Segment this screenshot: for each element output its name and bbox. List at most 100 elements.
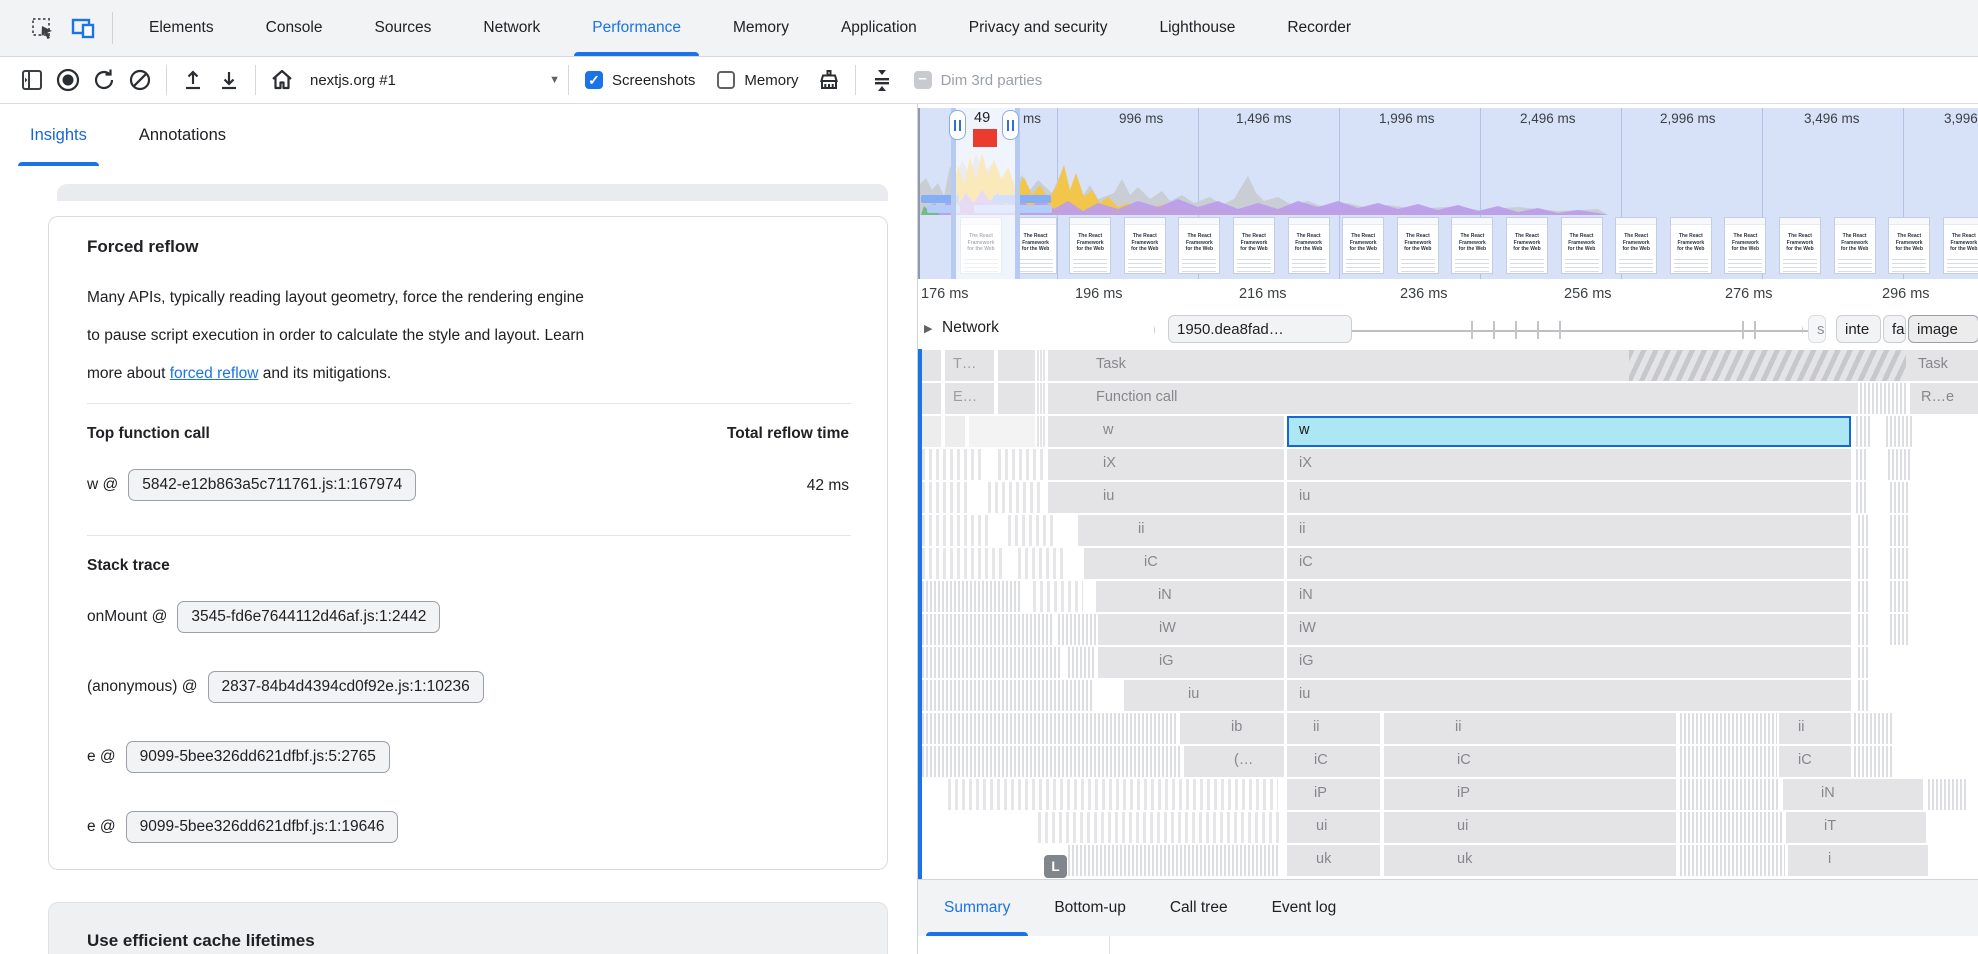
collect-garbage-icon[interactable] — [811, 62, 847, 98]
flame-bar[interactable] — [969, 416, 1035, 447]
flame-bar[interactable] — [1043, 383, 1045, 414]
network-request-chip[interactable]: fa — [1883, 315, 1906, 343]
cache-lifetimes-card[interactable]: Use efficient cache lifetimes — [48, 902, 888, 954]
screenshot-thumbnail[interactable]: The ReactFrameworkfor the Web — [1943, 217, 1978, 274]
flame-bar[interactable] — [1287, 449, 1851, 480]
source-link-chip[interactable]: 2837-84b4d4394cd0f92e.js:1:10236 — [208, 671, 484, 703]
session-select[interactable]: nextjs.org #1 ▼ — [310, 72, 560, 89]
flame-bar[interactable] — [1037, 383, 1039, 414]
screenshot-thumbnail[interactable]: The ReactFrameworkfor the Web — [1834, 217, 1876, 274]
source-link-chip[interactable]: 9099-5bee326dd621dfbf.js:5:2765 — [126, 741, 390, 773]
flame-bar[interactable] — [1098, 614, 1284, 645]
bottom-tab-event-log[interactable]: Event log — [1250, 880, 1359, 936]
screenshot-thumbnail[interactable]: The ReactFrameworkfor the Web — [1342, 217, 1384, 274]
bottom-tab-summary[interactable]: Summary — [922, 880, 1032, 936]
flame-bar[interactable] — [1037, 350, 1039, 381]
tab-privacy-and-security[interactable]: Privacy and security — [943, 0, 1134, 56]
flame-bar[interactable] — [1043, 350, 1045, 381]
flame-bar-selected[interactable] — [1287, 416, 1851, 447]
tab-console[interactable]: Console — [240, 0, 349, 56]
flame-bar[interactable] — [1287, 713, 1380, 744]
flame-bar[interactable] — [1287, 581, 1851, 612]
flame-bar[interactable] — [1048, 350, 1891, 381]
tab-sources[interactable]: Sources — [349, 0, 458, 56]
tab-performance[interactable]: Performance — [566, 0, 707, 56]
source-link-chip[interactable]: 5842-e12b863a5c711761.js:1:167974 — [128, 469, 416, 501]
flame-bar[interactable] — [945, 416, 965, 447]
tab-application[interactable]: Application — [815, 0, 943, 56]
network-request-chip[interactable]: s — [1808, 315, 1826, 343]
flame-bar[interactable] — [1043, 416, 1045, 447]
flame-bar[interactable] — [1786, 812, 1926, 843]
flame-chart[interactable]: T…TaskTaskE…Function callR…ewwiXiXiuiuii… — [918, 349, 1978, 880]
flame-bar[interactable] — [1040, 416, 1042, 447]
flame-bar[interactable] — [998, 350, 1035, 381]
screenshot-thumbnail[interactable]: The ReactFrameworkfor the Web — [1561, 217, 1603, 274]
flame-bar[interactable] — [1096, 581, 1284, 612]
flame-bar[interactable] — [922, 416, 941, 447]
source-link-chip[interactable]: 3545-fd6e7644112d46af.js:1:2442 — [177, 601, 440, 633]
reload-record-button[interactable] — [86, 62, 122, 98]
screenshot-thumbnail[interactable]: The ReactFrameworkfor the Web — [1069, 217, 1111, 274]
detail-ruler[interactable]: 176 ms196 ms216 ms236 ms256 ms276 ms296 … — [918, 279, 1978, 313]
network-request-chip[interactable]: image — [1908, 315, 1978, 343]
flame-bar[interactable] — [1384, 845, 1676, 876]
screenshot-thumbnail[interactable]: The ReactFrameworkfor the Web — [1451, 217, 1493, 274]
live-metrics-home-icon[interactable] — [264, 62, 300, 98]
tab-lighthouse[interactable]: Lighthouse — [1133, 0, 1261, 56]
bottom-tab-bottom-up[interactable]: Bottom-up — [1032, 880, 1148, 936]
flame-bar[interactable] — [922, 350, 941, 381]
flame-bar[interactable] — [1384, 713, 1676, 744]
memory-checkbox[interactable]: Memory — [717, 71, 798, 89]
flame-bar[interactable] — [1384, 779, 1676, 810]
flame-bar[interactable] — [1048, 416, 1284, 447]
window-right-handle[interactable] — [1002, 110, 1019, 140]
record-button[interactable] — [50, 62, 86, 98]
flame-bar[interactable] — [1287, 482, 1851, 513]
forced-reflow-link[interactable]: forced reflow — [170, 365, 259, 382]
flame-bar[interactable] — [1287, 779, 1380, 810]
screenshot-thumbnail[interactable]: The ReactFrameworkfor the Web — [1015, 217, 1057, 274]
flame-bar[interactable] — [1287, 614, 1851, 645]
flame-bar[interactable] — [1287, 548, 1851, 579]
insights-tab-annotations[interactable]: Annotations — [139, 104, 226, 166]
insights-tab-insights[interactable]: Insights — [30, 104, 87, 166]
flame-bar[interactable] — [1037, 416, 1039, 447]
flame-bar[interactable] — [1788, 845, 1928, 876]
flame-bar[interactable] — [1384, 746, 1676, 777]
tab-network[interactable]: Network — [457, 0, 566, 56]
screenshot-thumbnail[interactable]: The ReactFrameworkfor the Web — [1178, 217, 1220, 274]
flame-bar[interactable] — [1048, 449, 1284, 480]
screenshot-thumbnail[interactable]: The ReactFrameworkfor the Web — [1288, 217, 1330, 274]
flame-bar[interactable] — [1779, 713, 1851, 744]
screenshot-thumbnail[interactable]: The ReactFrameworkfor the Web — [1779, 217, 1821, 274]
flame-bar[interactable] — [1040, 350, 1042, 381]
flame-bar[interactable] — [1124, 680, 1284, 711]
network-request-chip[interactable]: inte — [1836, 315, 1881, 343]
device-toolbar-icon[interactable] — [70, 14, 98, 42]
scrolled-card-edge[interactable] — [57, 184, 888, 201]
screenshot-thumbnail[interactable]: The ReactFrameworkfor the Web — [1615, 217, 1657, 274]
save-profile-icon[interactable] — [211, 62, 247, 98]
bottom-tab-call-tree[interactable]: Call tree — [1148, 880, 1250, 936]
toggle-sidebar-icon[interactable] — [14, 62, 50, 98]
tab-memory[interactable]: Memory — [707, 0, 815, 56]
flame-bar[interactable] — [1098, 647, 1284, 678]
load-profile-icon[interactable] — [175, 62, 211, 98]
screenshot-thumbnail[interactable]: The ReactFrameworkfor the Web — [1506, 217, 1548, 274]
tab-elements[interactable]: Elements — [123, 0, 240, 56]
clear-recording-button[interactable] — [122, 62, 158, 98]
disclosure-triangle-icon[interactable]: ▶ — [924, 322, 932, 335]
flame-bar[interactable] — [1084, 548, 1284, 579]
flame-bar[interactable] — [1779, 746, 1851, 777]
source-link-chip[interactable]: 9099-5bee326dd621dfbf.js:1:19646 — [126, 811, 399, 843]
flame-bar[interactable] — [1078, 515, 1284, 546]
inspect-icon[interactable] — [28, 14, 56, 42]
flame-bar[interactable] — [1287, 845, 1380, 876]
collapse-tracks-icon[interactable] — [864, 62, 900, 98]
flame-bar[interactable] — [1287, 515, 1851, 546]
flame-bar[interactable] — [1384, 812, 1676, 843]
flame-bar[interactable] — [1287, 647, 1851, 678]
flame-bar[interactable] — [922, 383, 941, 414]
tab-recorder[interactable]: Recorder — [1261, 0, 1377, 56]
